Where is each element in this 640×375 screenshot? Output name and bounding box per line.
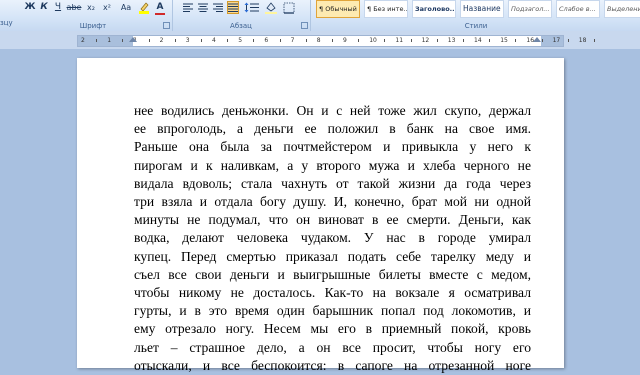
align-left-button[interactable] xyxy=(182,1,194,14)
ruler-number: 15 xyxy=(500,37,508,44)
justify-button[interactable] xyxy=(227,1,239,14)
text-line: чтобы никому не досталось. Как-то на вок… xyxy=(134,285,531,301)
highlighter-icon[interactable] xyxy=(138,1,150,14)
superscript-button[interactable]: x² xyxy=(100,1,114,14)
ruler-number: 10 xyxy=(369,37,377,44)
text-line: ее впроголодь, а деньги ее положил в бан… xyxy=(134,121,531,137)
ruler-tick xyxy=(489,39,491,42)
text-line: видала вдоволь; стала чахнуть от такой ж… xyxy=(134,175,531,191)
text-line: минуты не подумал, что он виноват в ее с… xyxy=(134,212,531,228)
text-line: водка, делают человека чудаком. У нас в … xyxy=(134,230,531,246)
ruler-number: 13 xyxy=(447,37,456,44)
shading-button[interactable] xyxy=(264,1,278,14)
ruler-number: 7 xyxy=(290,37,295,44)
first-line-indent-marker[interactable] xyxy=(129,37,137,42)
font-color-bar xyxy=(155,13,165,15)
text-line: купец. Перед смертью приказал подать себ… xyxy=(134,248,531,264)
align-center-button[interactable] xyxy=(197,1,209,14)
document-page[interactable]: нее водились деньжонки. Он и с ней тоже … xyxy=(77,58,564,373)
ruler-number: 1 xyxy=(107,37,112,44)
ruler-tick xyxy=(305,39,307,42)
style-tile[interactable]: Слабое в... xyxy=(556,0,600,18)
ruler-number: 9 xyxy=(343,37,347,44)
styles-group: ¶ Обычный ¶ Без инте... Заголово... Названи… xyxy=(312,0,640,31)
style-tile[interactable]: Подзагол... xyxy=(508,0,552,18)
ruler-tick xyxy=(227,39,229,42)
ruler-tick xyxy=(200,39,202,42)
ruler-tick xyxy=(122,39,124,42)
ruler-tick xyxy=(358,39,360,42)
ruler-tick xyxy=(593,39,595,42)
ruler-number: 4 xyxy=(212,37,216,44)
strikethrough-button[interactable]: abe xyxy=(66,1,82,14)
style-tile[interactable]: ¶ Без инте... xyxy=(364,0,408,18)
ruler-tick xyxy=(279,39,281,42)
text-line: съел все свои деньги и выигрышные билеты… xyxy=(134,266,531,282)
underline-button[interactable]: Ч xyxy=(52,1,64,14)
text-line: Раньше она была за почтмейстером и привы… xyxy=(134,139,531,155)
ruler-tick xyxy=(515,39,517,42)
ruler-tick xyxy=(436,39,438,42)
ruler-tick xyxy=(410,39,412,42)
change-case-button[interactable]: Aa xyxy=(118,1,134,14)
ruler-number: 2 xyxy=(159,37,164,44)
ruler-number: 18 xyxy=(578,37,587,44)
ruler-track: 2 1 1 2 3 4 5 6 7 8 9 10 11 12 13 14 15 16 17 18 xyxy=(77,35,595,47)
text-line: три взяла и отдала богу душу. И, конечно… xyxy=(134,194,531,210)
ruler-number: 14 xyxy=(474,37,482,44)
text-line: льет – страшное дело, а он все просит, ч… xyxy=(134,339,531,355)
style-tile[interactable]: ¶ Обычный xyxy=(316,0,360,18)
font-group-label: Шрифт xyxy=(79,22,107,30)
ruler-tick xyxy=(174,39,176,42)
text-line: нее водились деньжонки. Он и с ней тоже … xyxy=(134,103,531,118)
ruler-tick xyxy=(148,39,150,42)
ruler-number: 12 xyxy=(421,37,430,44)
ruler-number: 3 xyxy=(185,37,190,44)
style-tile[interactable]: Название xyxy=(460,0,504,18)
ribbon-left-fragment: зцу xyxy=(0,19,13,27)
ruler-tick xyxy=(96,39,98,42)
paragraph-group-label: Абзац xyxy=(230,22,252,30)
ruler-left-margin xyxy=(78,36,133,46)
ruler-number: 5 xyxy=(238,37,243,44)
ruler-tick xyxy=(253,39,255,42)
font-group: Ж К Ч abe x₂ x² Aa A Шрифт xyxy=(14,0,173,31)
ruler-number: 2 xyxy=(81,37,85,44)
align-right-button[interactable] xyxy=(212,1,224,14)
borders-button[interactable] xyxy=(282,1,296,14)
horizontal-ruler[interactable]: 2 1 1 2 3 4 5 6 7 8 9 10 11 12 13 14 15 16 17 18 xyxy=(0,31,640,49)
text-line: пирогам и к наливкам, а у второго мужа и… xyxy=(134,157,531,173)
ruler-tick xyxy=(567,39,569,42)
paragraph-dialog-launcher-icon[interactable] xyxy=(301,22,308,29)
styles-group-label: Стили xyxy=(464,22,488,30)
ruler-tick xyxy=(462,39,464,42)
text-line: гурты, и в это время один барышник попал… xyxy=(134,303,531,319)
document-body[interactable]: нее водились деньжонки. Он и с ней тоже … xyxy=(134,102,531,375)
font-dialog-launcher-icon[interactable] xyxy=(163,22,170,29)
ruler-tick xyxy=(541,39,543,42)
font-color-button[interactable]: A xyxy=(154,1,166,15)
subscript-button[interactable]: x₂ xyxy=(84,1,98,14)
bold-button[interactable]: Ж xyxy=(24,1,36,14)
line-spacing-button[interactable] xyxy=(244,1,260,14)
ribbon: зцу Ж К Ч abe x₂ x² Aa A Шрифт Абзац ¶ О… xyxy=(0,0,640,32)
highlight-color-bar xyxy=(139,11,149,14)
ruler-tick xyxy=(331,39,333,42)
ruler-number: 8 xyxy=(316,37,321,44)
paragraph-group: Абзац xyxy=(172,0,311,31)
ruler-number: 6 xyxy=(264,37,269,44)
font-color-letter: A xyxy=(156,2,164,12)
ruler-number: 17 xyxy=(552,37,561,44)
style-tile[interactable]: Выделение xyxy=(604,0,640,18)
text-line: ему отрезало ногу. Несем мы его в приемн… xyxy=(134,321,531,337)
right-indent-marker[interactable] xyxy=(533,37,541,42)
ruler-tick xyxy=(384,39,386,42)
ruler-number: 11 xyxy=(395,37,404,44)
style-tile[interactable]: Заголово... xyxy=(412,0,456,18)
italic-button[interactable]: К xyxy=(38,1,50,14)
